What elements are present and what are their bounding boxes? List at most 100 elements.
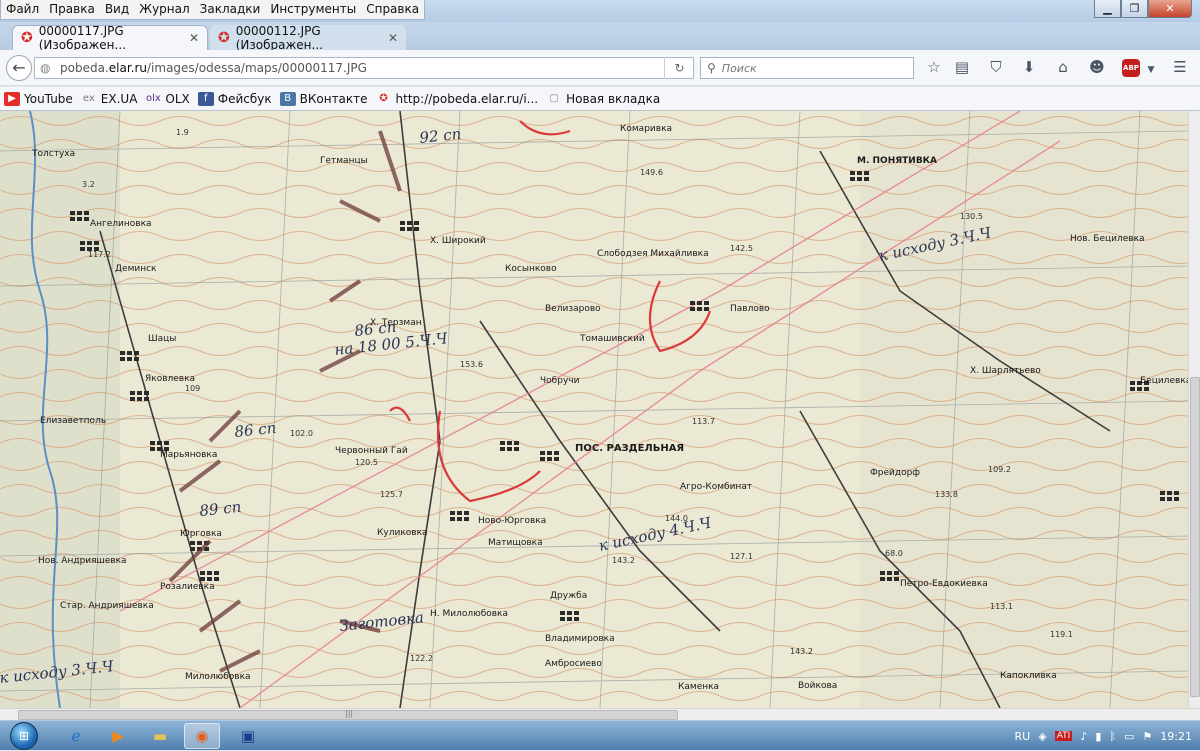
taskbar-save-app[interactable]: ▣ [230, 723, 266, 749]
taskbar-internet-explorer[interactable]: ℯ [58, 723, 94, 749]
page-icon: ▢ [549, 92, 559, 104]
elevation-label: 125.7 [380, 490, 403, 499]
star-icon: ☆ [927, 58, 941, 76]
tab-00000117[interactable]: ✪ 00000117.JPG (Изображен... ✕ [12, 24, 208, 52]
menu-file[interactable]: Файл [1, 0, 44, 19]
pocket-button[interactable]: ⛉ [986, 58, 1006, 78]
minimize-button[interactable]: ▁ [1094, 0, 1121, 18]
elevation-label: 143.2 [790, 647, 813, 656]
flag-icon[interactable]: ⚑ [1142, 730, 1152, 743]
elevation-label: 143.2 [612, 556, 635, 565]
taskbar-explorer[interactable]: ▬ [142, 723, 178, 749]
open-menu-button[interactable]: ☰ [1170, 58, 1190, 78]
pocket-icon: ⛉ [990, 58, 1002, 76]
place-label: Червонный Гай [335, 446, 408, 456]
place-label: Юрговка [180, 529, 222, 539]
home-button[interactable]: ⌂ [1053, 58, 1073, 78]
vertical-scroll-thumb[interactable] [1190, 377, 1200, 697]
place-label: Агро-Комбинат [680, 482, 752, 492]
bookmark-item[interactable]: ✪ http://pobeda.elar.ru/i... [376, 92, 538, 106]
address-bar[interactable]: ◍ pobeda.elar.ru/images/odessa/maps/0000… [34, 57, 694, 79]
bookmark-item[interactable]: ex EX.UA [81, 92, 138, 106]
place-label: Петро-Евдокиевка [900, 579, 988, 589]
start-button[interactable]: ⊞ [4, 721, 44, 751]
navigation-toolbar: ← ◍ pobeda.elar.ru/images/odessa/maps/00… [0, 50, 1200, 86]
adblock-dropdown[interactable]: ▼ [1141, 58, 1161, 78]
chat-icon: ☻ [1089, 58, 1105, 76]
bookmark-item[interactable]: f Фейсбук [197, 91, 272, 106]
place-label: Стар. Андрияшевка [60, 601, 154, 611]
internet-explorer-icon: ℯ [71, 727, 81, 745]
elevation-label: 127.1 [730, 552, 753, 561]
globe-icon: ◍ [40, 61, 51, 75]
downloads-button[interactable]: ⬇ [1019, 58, 1039, 78]
adblock-icon: ABP [1123, 64, 1139, 72]
clock[interactable]: 19:21 [1160, 730, 1192, 743]
place-label: Милолюбовка [185, 672, 251, 682]
vertical-scrollbar[interactable] [1188, 111, 1200, 708]
place-label: Томашивский [579, 334, 645, 344]
hello-button[interactable]: ☻ [1087, 58, 1107, 78]
elevation-label: 68.0 [885, 549, 903, 558]
bookmark-item[interactable]: olx OLX [145, 92, 190, 106]
menu-view[interactable]: Вид [100, 0, 134, 19]
taskbar-media-player[interactable]: ▶ [100, 723, 136, 749]
place-label: Велизарово [545, 304, 601, 314]
olx-icon: olx [145, 92, 161, 104]
elevation-label: 3.2 [82, 180, 95, 189]
youtube-icon: ▶ [4, 91, 20, 106]
tab-title: 00000112.JPG (Изображен... [235, 23, 323, 52]
firefox-icon: ◉ [195, 727, 209, 745]
volume-icon[interactable]: ♪ [1080, 730, 1087, 743]
star-icon: ✪ [218, 29, 230, 46]
bookmark-item[interactable]: ▢ Новая вкладка [546, 92, 660, 106]
horizontal-scrollbar[interactable]: ||| [0, 708, 1200, 720]
search-box[interactable]: ⚲ [700, 57, 914, 79]
bookmark-item[interactable]: B ВКонтакте [279, 91, 368, 106]
place-label: Гетманцы [320, 156, 368, 166]
star-icon: ✪ [379, 92, 388, 104]
menu-history[interactable]: Журнал [134, 0, 195, 19]
power-icon[interactable]: ▭ [1124, 730, 1134, 743]
close-tab-icon[interactable]: ✕ [189, 31, 199, 45]
bookmarks-menu-button[interactable]: ▤ [952, 58, 972, 78]
reload-button[interactable]: ↻ [664, 57, 694, 79]
place-label: Войкова [798, 681, 837, 691]
tab-00000112[interactable]: ✪ 00000112.JPG (Изображен... ✕ [210, 23, 406, 52]
place-label: Амбросиево [545, 659, 602, 669]
media-player-icon: ▶ [112, 727, 124, 745]
place-label: Толстуха [31, 149, 75, 159]
elevation-label: 120.5 [355, 458, 378, 467]
menu-help[interactable]: Справка [361, 0, 424, 19]
language-indicator[interactable]: RU [1015, 730, 1031, 743]
place-label: Капокливка [1000, 671, 1057, 681]
place-label: Павлово [730, 304, 770, 314]
place-label: Слободзея Михайливка [597, 249, 709, 259]
place-label: Дружба [550, 591, 587, 601]
elevation-label: 153.6 [460, 360, 483, 369]
bluetooth-icon[interactable]: ᛒ [1109, 730, 1116, 743]
arrow-left-icon: ← [12, 58, 26, 77]
bookmark-label: Фейсбук [217, 91, 272, 106]
adblock-button[interactable]: ABP [1122, 59, 1140, 77]
search-input[interactable] [721, 61, 902, 75]
place-label: Деминск [115, 264, 157, 274]
close-window-button[interactable]: ✕ [1148, 0, 1192, 18]
menu-bookmarks[interactable]: Закладки [195, 0, 266, 19]
bookmark-item[interactable]: ▶ YouTube [4, 91, 73, 106]
taskbar-firefox[interactable]: ◉ [184, 723, 220, 749]
menu-edit[interactable]: Правка [44, 0, 100, 19]
network-icon[interactable]: ▮ [1095, 730, 1101, 743]
place-label: Чобручи [540, 376, 580, 386]
maximize-button[interactable]: ❐ [1121, 0, 1148, 18]
ati-icon[interactable]: ATI [1054, 731, 1073, 741]
elevation-label: 130.5 [960, 212, 983, 221]
menu-tools[interactable]: Инструменты [265, 0, 361, 19]
place-label: Комаривка [620, 124, 672, 134]
star-icon: ✪ [21, 30, 33, 46]
place-label: Косынково [505, 264, 557, 274]
tray-app-icon[interactable]: ◈ [1038, 730, 1046, 743]
close-tab-icon[interactable]: ✕ [388, 31, 398, 45]
bookmark-star-button[interactable]: ☆ [924, 58, 944, 78]
back-button[interactable]: ← [6, 55, 32, 81]
